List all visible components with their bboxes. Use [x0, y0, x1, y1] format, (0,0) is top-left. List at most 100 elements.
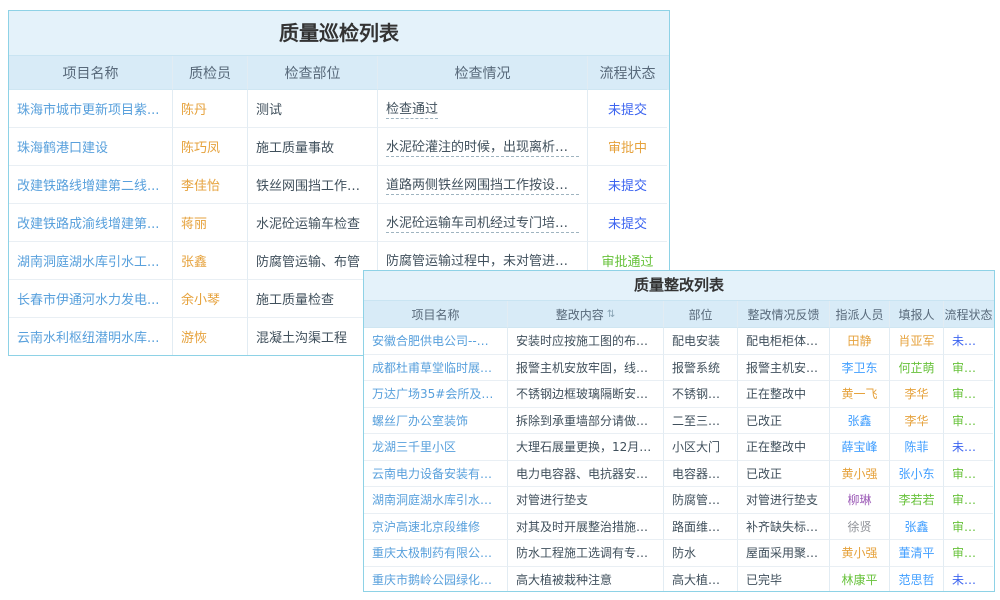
flow-status-badge: 审批中 — [608, 137, 647, 156]
project-name-link[interactable]: 珠海市城市更新项目紫... — [17, 99, 159, 118]
rectify-feedback: 正在整改中 — [746, 385, 806, 402]
reporter-name: 李华 — [904, 385, 928, 402]
flow-status-badge: 未提交 — [608, 213, 647, 232]
reporter-name-cell: 张小东 — [890, 461, 944, 488]
inspector-name-cell: 余小琴 — [173, 280, 248, 318]
project-name-link-cell: 珠海市城市更新项目紫... — [9, 90, 173, 128]
project-name-link[interactable]: 螺丝厂办公室装饰 — [372, 412, 468, 429]
reporter-name: 李华 — [904, 412, 928, 429]
project-name-link[interactable]: 万达广场35#会所及咖啡厅空... — [372, 385, 499, 402]
col-header-content[interactable]: 整改内容 ⇅ — [508, 301, 664, 328]
rectify-part: 配电安装 — [672, 332, 720, 349]
project-name-link[interactable]: 云南水利枢纽潜明水库... — [17, 327, 159, 346]
assignee-name: 徐贤 — [847, 518, 871, 535]
rectify-part-cell: 路面维修检... — [664, 514, 738, 541]
rectify-content-cell: 大理石展量更换，12月31日之... — [508, 434, 664, 461]
table-row: 珠海鹤港口建设陈巧凤施工质量事故水泥砼灌注的时候，出现离析现象审批中 — [9, 128, 669, 166]
inspector-name: 张鑫 — [181, 251, 207, 270]
project-name-link[interactable]: 湖南洞庭湖水库引水工程施工1标 — [372, 491, 499, 508]
project-name-link-cell: 湖南洞庭湖水库引水工程施工1标 — [364, 487, 508, 514]
inspection-part-cell: 水泥砼运输车检查 — [248, 204, 378, 242]
flow-status-badge-cell: 未提交 — [588, 90, 667, 128]
project-name-link[interactable]: 重庆太极制药有限公司亳州中... — [372, 544, 499, 561]
rectify-part: 报警系统 — [672, 359, 720, 376]
inspector-name-cell: 李佳怡 — [173, 166, 248, 204]
inspection-part: 测试 — [256, 99, 282, 118]
project-name-link[interactable]: 龙湖三千里小区 — [372, 438, 456, 455]
rectification-table-title: 质量整改列表 — [364, 271, 994, 301]
rectify-part-cell: 电容器安装... — [664, 461, 738, 488]
rectify-feedback-cell: 配电柜柜体与... — [738, 328, 830, 355]
rectify-content-cell: 高大植被栽种注意 — [508, 567, 664, 593]
flow-status-badge: 未提交 — [608, 99, 647, 118]
assignee-name-cell: 黄小强 — [830, 540, 890, 567]
inspection-part-cell: 施工质量事故 — [248, 128, 378, 166]
assignee-name: 柳琳 — [847, 491, 871, 508]
inspection-situation: 防腐管运输过程中，未对管进行... — [386, 250, 579, 271]
assignee-name-cell: 黄小强 — [830, 461, 890, 488]
assignee-name-cell: 徐贤 — [830, 514, 890, 541]
rectify-part-cell: 配电安装 — [664, 328, 738, 355]
rectify-content: 高大植被栽种注意 — [516, 571, 612, 588]
inspection-part-cell: 防腐管运输、布管 — [248, 242, 378, 280]
flow-status-badge-cell: 审批通过 — [944, 540, 993, 567]
inspection-part: 施工质量事故 — [256, 137, 334, 156]
project-name-link[interactable]: 京沪高速北京段维修 — [372, 518, 480, 535]
project-name-link[interactable]: 重庆市鹅岭公园绿化景观提升... — [372, 571, 499, 588]
flow-status-badge-cell: 未提交 — [944, 328, 993, 355]
rectify-part-cell: 报警系统 — [664, 355, 738, 382]
project-name-link-cell: 安徽合肥供电公司--配电设备... — [364, 328, 508, 355]
flow-status-badge: 未提交 — [608, 175, 647, 194]
reporter-name: 肖亚军 — [898, 332, 934, 349]
project-name-link[interactable]: 改建铁路成渝线增建第... — [17, 213, 159, 232]
inspection-part: 混凝土沟渠工程 — [256, 327, 347, 346]
rectification-header-row: 项目名称 整改内容 ⇅ 部位 整改情况反馈 指派人员 填报人 流程状态 — [364, 301, 994, 328]
rectify-feedback-cell: 已改正 — [738, 461, 830, 488]
project-name-link-cell: 改建铁路线增建第二线... — [9, 166, 173, 204]
reporter-name-cell: 范思哲 — [890, 567, 944, 593]
inspection-situation-cell: 检查通过 — [378, 90, 588, 128]
rectify-part-cell: 防水 — [664, 540, 738, 567]
col-header-inspector: 质检员 — [173, 56, 248, 90]
rectify-feedback-cell: 正在整改中 — [738, 434, 830, 461]
flow-status-badge-cell: 未提交 — [588, 166, 667, 204]
project-name-link[interactable]: 湖南洞庭湖水库引水工... — [17, 251, 159, 270]
col-header-feedback: 整改情况反馈 — [738, 301, 830, 328]
inspector-name: 李佳怡 — [181, 175, 220, 194]
table-row: 龙湖三千里小区大理石展量更换，12月31日之...小区大门正在整改中薛宝峰陈菲未… — [364, 434, 994, 461]
assignee-name-cell: 张鑫 — [830, 408, 890, 435]
rectify-part-cell: 防腐管运输... — [664, 487, 738, 514]
rectify-part: 路面维修检... — [672, 518, 729, 535]
project-name-link[interactable]: 长春市伊通河水力发电... — [17, 289, 159, 308]
rectify-feedback-cell: 对管进行垫支 — [738, 487, 830, 514]
rectify-content: 电力电容器、电抗器安装方案,... — [516, 465, 655, 482]
assignee-name-cell: 柳琳 — [830, 487, 890, 514]
project-name-link-cell: 京沪高速北京段维修 — [364, 514, 508, 541]
inspection-situation: 检查通过 — [386, 98, 438, 119]
project-name-link[interactable]: 安徽合肥供电公司--配电设备... — [372, 332, 499, 349]
inspection-part: 铁丝网围挡工作检查 — [256, 175, 369, 194]
table-row: 万达广场35#会所及咖啡厅空...不锈钢边框玻璃隔断安装不平...不锈钢安装..… — [364, 381, 994, 408]
rectify-feedback-cell: 已完毕 — [738, 567, 830, 593]
sort-icon[interactable]: ⇅ — [607, 309, 615, 320]
project-name-link-cell: 龙湖三千里小区 — [364, 434, 508, 461]
inspector-name-cell: 陈巧凤 — [173, 128, 248, 166]
project-name-link[interactable]: 珠海鹤港口建设 — [17, 137, 108, 156]
project-name-link[interactable]: 成都杜甫草堂临时展厅独立展... — [372, 359, 499, 376]
inspection-part: 施工质量检查 — [256, 289, 334, 308]
inspection-situation: 道路两侧铁丝网围挡工作按设计... — [386, 174, 579, 195]
rectify-feedback-cell: 报警主机安放... — [738, 355, 830, 382]
inspection-part: 防腐管运输、布管 — [256, 251, 360, 270]
reporter-name: 张小东 — [898, 465, 934, 482]
col-header-content-label: 整改内容 — [556, 306, 604, 323]
quality-rectification-table: 质量整改列表 项目名称 整改内容 ⇅ 部位 整改情况反馈 指派人员 填报人 流程… — [363, 270, 995, 592]
assignee-name: 张鑫 — [847, 412, 871, 429]
assignee-name-cell: 田静 — [830, 328, 890, 355]
inspection-situation-cell: 道路两侧铁丝网围挡工作按设计... — [378, 166, 588, 204]
project-name-link[interactable]: 云南电力设备安装有限公司20... — [372, 465, 499, 482]
project-name-link[interactable]: 改建铁路线增建第二线... — [17, 175, 159, 194]
rectify-content: 对管进行垫支 — [516, 491, 588, 508]
rectify-feedback: 已改正 — [746, 465, 782, 482]
col-header-reporter: 填报人 — [890, 301, 944, 328]
table-row: 重庆太极制药有限公司亳州中...防水工程施工选调有专业的防...防水屋面采用聚氨… — [364, 540, 994, 567]
